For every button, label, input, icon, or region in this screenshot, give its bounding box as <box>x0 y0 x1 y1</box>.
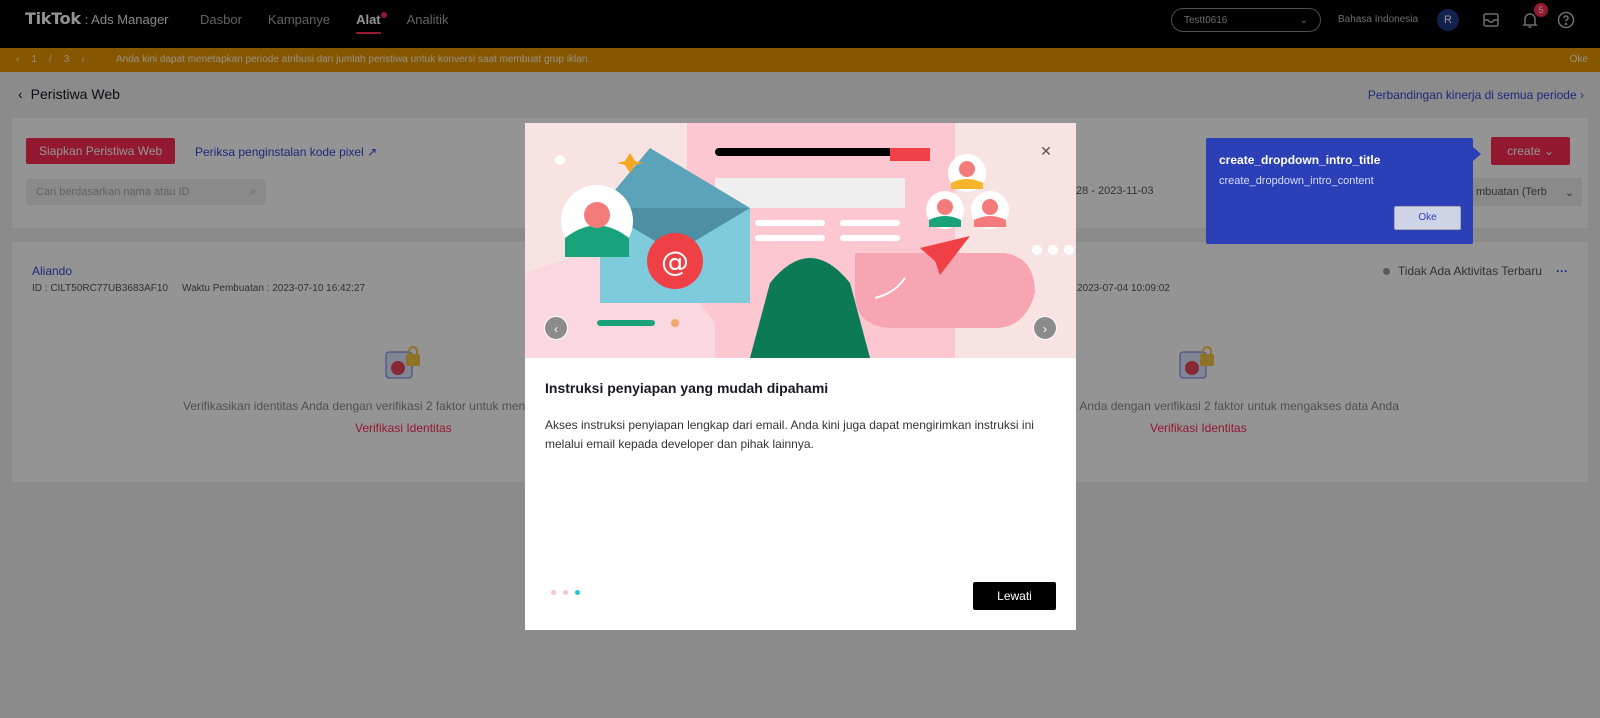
carousel-dot[interactable] <box>563 590 568 595</box>
modal-title: Instruksi penyiapan yang mudah dipahami <box>545 380 829 396</box>
onboarding-modal: @ ✕ ‹ › Instruksi penyiapan yang mudah d… <box>525 123 1076 630</box>
intro-ok-button[interactable]: Oke <box>1394 206 1461 230</box>
close-icon[interactable]: ✕ <box>1038 143 1054 159</box>
intro-content: create_dropdown_intro_content <box>1219 175 1374 187</box>
intro-title: create_dropdown_intro_title <box>1219 153 1381 167</box>
svg-text:@: @ <box>661 245 689 278</box>
carousel-next-button[interactable]: › <box>1033 316 1057 340</box>
carousel-dot[interactable] <box>551 590 556 595</box>
carousel-prev-button[interactable]: ‹ <box>544 316 568 340</box>
modal-body: Akses instruksi penyiapan lengkap dari e… <box>545 418 1034 451</box>
carousel-dot-active[interactable] <box>575 590 580 595</box>
create-dropdown-intro-tooltip: create_dropdown_intro_title create_dropd… <box>1206 138 1481 244</box>
carousel-dots <box>551 590 580 595</box>
skip-button[interactable]: Lewati <box>973 582 1056 610</box>
email-instructions-illustration: @ <box>525 123 1076 358</box>
